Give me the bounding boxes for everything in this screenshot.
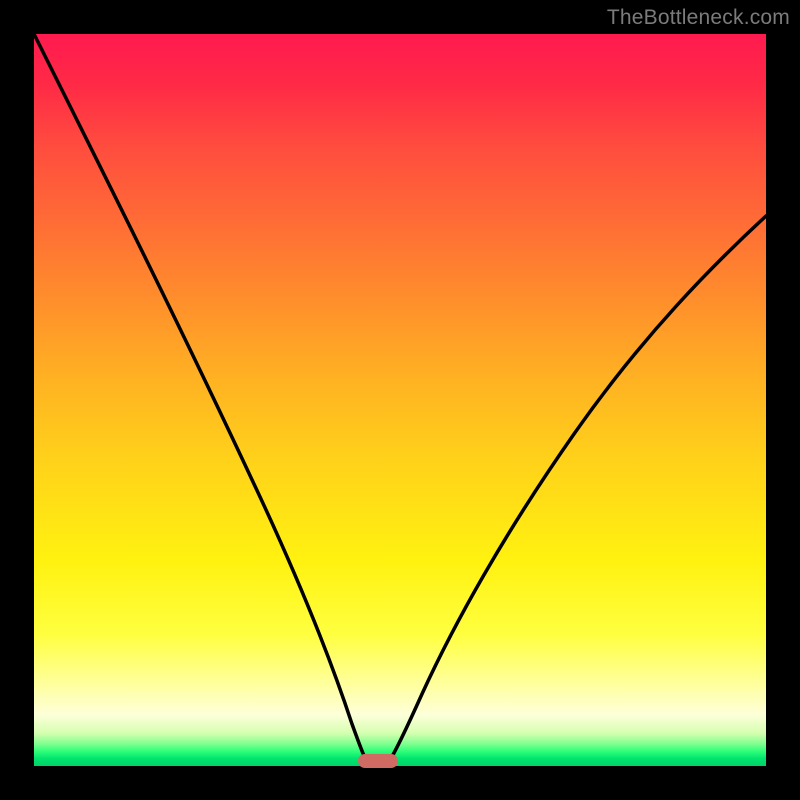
- curve-right-branch: [389, 216, 766, 762]
- bottleneck-curve: [34, 34, 766, 766]
- plot-area: [34, 34, 766, 766]
- curve-left-branch: [34, 34, 367, 762]
- minimum-marker: [358, 754, 398, 768]
- chart-frame: TheBottleneck.com: [0, 0, 800, 800]
- watermark-text: TheBottleneck.com: [607, 6, 790, 30]
